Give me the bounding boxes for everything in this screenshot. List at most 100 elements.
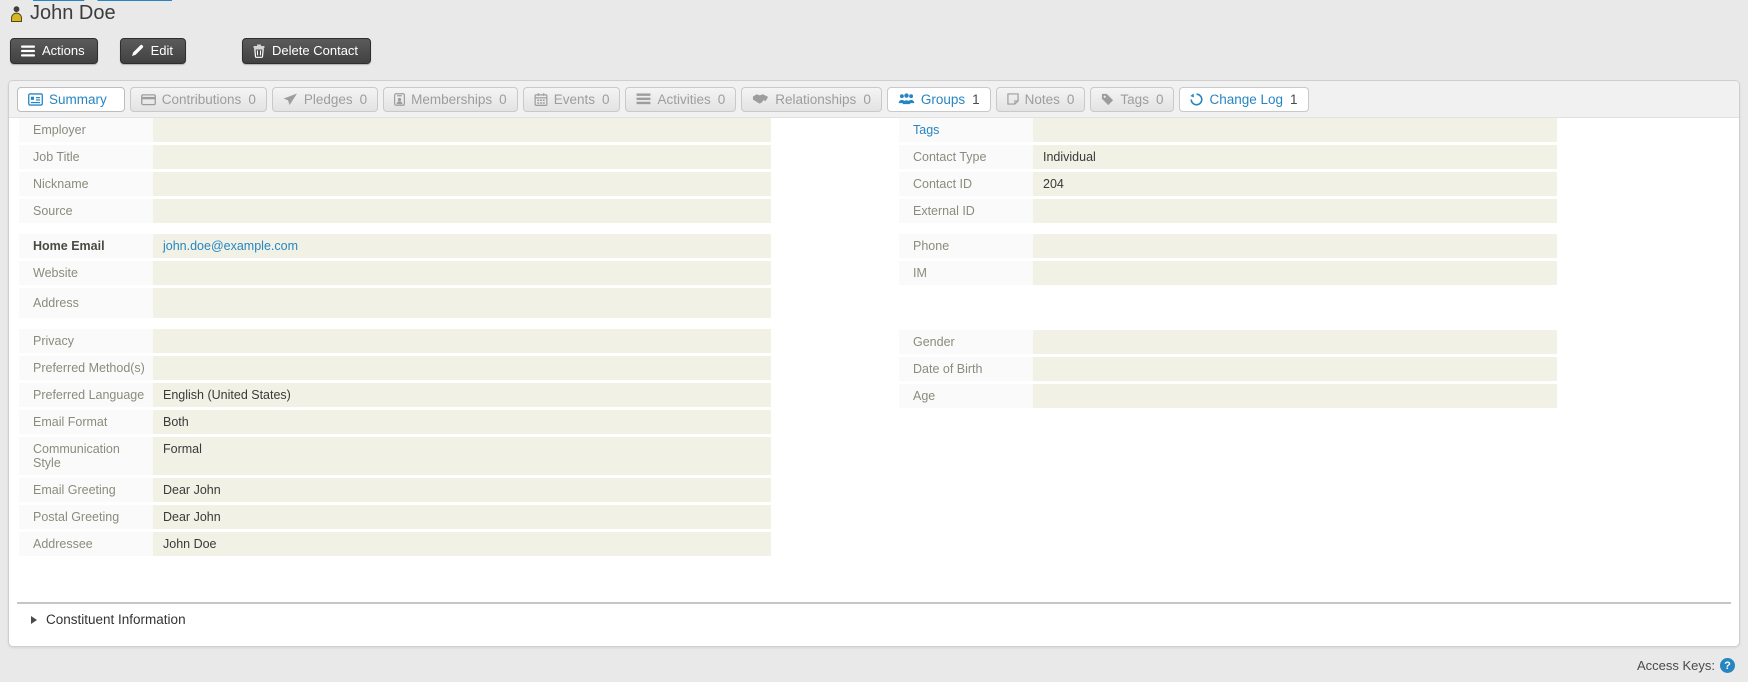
tab-events: Events 0 <box>523 87 621 112</box>
field-label: Email Greeting <box>19 478 153 502</box>
handshake-icon <box>752 93 769 105</box>
tab-summary[interactable]: Summary <box>17 87 125 112</box>
tab-count: 0 <box>248 92 256 107</box>
date-of-birth-row: Date of Birth <box>899 357 1557 381</box>
constituent-information-label: Constituent Information <box>46 612 186 627</box>
tab-count: 0 <box>360 92 368 107</box>
tab-label: Relationships <box>775 92 856 107</box>
field-value <box>153 356 771 380</box>
tab-label: Pledges <box>304 92 353 107</box>
delete-contact-button[interactable]: Delete Contact <box>242 38 371 64</box>
tab-count: 0 <box>1156 92 1164 107</box>
tab-label: Memberships <box>411 92 492 107</box>
field-value <box>153 145 771 169</box>
email-format-row: Email Format Both <box>19 410 771 434</box>
field-value <box>1033 261 1557 285</box>
paper-plane-icon <box>283 93 298 106</box>
tab-count: 0 <box>499 92 507 107</box>
field-value <box>1033 118 1557 142</box>
field-value <box>1033 384 1557 408</box>
field-value: John Doe <box>153 532 771 556</box>
field-value <box>153 199 771 223</box>
field-label: Contact ID <box>899 172 1033 196</box>
field-value <box>1033 234 1557 258</box>
field-label: Job Title <box>19 145 153 169</box>
tags-link[interactable]: Tags <box>899 118 1033 142</box>
field-value <box>153 329 771 353</box>
source-row: Source <box>19 199 771 223</box>
field-value <box>1033 357 1557 381</box>
tasks-icon <box>636 93 651 105</box>
id-badge-icon <box>394 93 405 106</box>
contact-toolbar: Actions Edit Delete Contact <box>10 38 371 64</box>
age-row: Age <box>899 384 1557 408</box>
postal-greeting-row: Postal Greeting Dear John <box>19 505 771 529</box>
contact-id-row: Contact ID 204 <box>899 172 1557 196</box>
tab-change-log[interactable]: Change Log 1 <box>1179 87 1308 112</box>
field-value <box>153 118 771 142</box>
field-label: Website <box>19 261 153 285</box>
field-value: English (United States) <box>153 383 771 407</box>
field-value: Dear John <box>153 505 771 529</box>
field-label: Phone <box>899 234 1033 258</box>
field-label: Address <box>19 288 153 318</box>
actions-button[interactable]: Actions <box>10 38 98 64</box>
tab-count: 0 <box>602 92 610 107</box>
tags-row: Tags <box>899 118 1557 142</box>
delete-contact-button-label: Delete Contact <box>272 43 358 58</box>
field-label: Nickname <box>19 172 153 196</box>
external-id-row: External ID <box>899 199 1557 223</box>
trash-icon <box>253 44 265 58</box>
tab-contributions: Contributions 0 <box>130 87 267 112</box>
addressee-row: Addressee John Doe <box>19 532 771 556</box>
section-divider <box>17 602 1731 604</box>
field-label: Preferred Method(s) <box>19 356 153 380</box>
field-value: 204 <box>1033 172 1557 196</box>
actions-button-label: Actions <box>42 43 85 58</box>
credit-card-icon <box>141 93 156 106</box>
email-greeting-row: Email Greeting Dear John <box>19 478 771 502</box>
tab-groups[interactable]: Groups 1 <box>887 87 991 112</box>
field-value <box>153 288 771 318</box>
field-value: john.doe@example.com <box>153 234 771 258</box>
tab-label: Summary <box>49 92 107 107</box>
help-icon[interactable]: ? <box>1720 658 1735 673</box>
email-link[interactable]: john.doe@example.com <box>163 239 298 253</box>
edit-button-label: Edit <box>151 43 173 58</box>
field-label: Email Format <box>19 410 153 434</box>
footer: Access Keys: ? <box>1637 658 1735 673</box>
field-label: Preferred Language <box>19 383 153 407</box>
tab-memberships: Memberships 0 <box>383 87 518 112</box>
tab-label: Tags <box>1120 92 1149 107</box>
tab-relationships: Relationships 0 <box>741 87 882 112</box>
field-label: IM <box>899 261 1033 285</box>
privacy-row: Privacy <box>19 329 771 353</box>
preferences-block: Privacy Preferred Method(s) Preferred La… <box>19 329 771 556</box>
tab-label: Groups <box>921 92 965 107</box>
collapsed-arrow-icon <box>31 616 37 624</box>
contact-summary-panel: Summary Contributions 0 Pledges 0 Member… <box>8 80 1740 647</box>
field-value <box>153 261 771 285</box>
edit-button[interactable]: Edit <box>120 38 186 64</box>
access-keys-label: Access Keys: <box>1637 658 1715 673</box>
individual-contact-icon <box>10 6 23 22</box>
field-label: Source <box>19 199 153 223</box>
tab-activities: Activities 0 <box>625 87 736 112</box>
job-title-row: Job Title <box>19 145 771 169</box>
website-row: Website <box>19 261 771 285</box>
field-value <box>153 172 771 196</box>
contact-methods-block: Home Email john.doe@example.com Website … <box>19 234 771 318</box>
tab-count: 0 <box>1067 92 1075 107</box>
field-value: Individual <box>1033 145 1557 169</box>
address-row: Address <box>19 288 771 318</box>
users-icon <box>898 93 915 105</box>
field-value <box>1033 199 1557 223</box>
preferred-language-row: Preferred Language English (United State… <box>19 383 771 407</box>
tab-label: Contributions <box>162 92 242 107</box>
field-value: Formal <box>153 437 771 475</box>
field-label: External ID <box>899 199 1033 223</box>
field-label: Date of Birth <box>899 357 1033 381</box>
constituent-information-header[interactable]: Constituent Information <box>31 612 186 627</box>
field-label: Contact Type <box>899 145 1033 169</box>
nickname-row: Nickname <box>19 172 771 196</box>
